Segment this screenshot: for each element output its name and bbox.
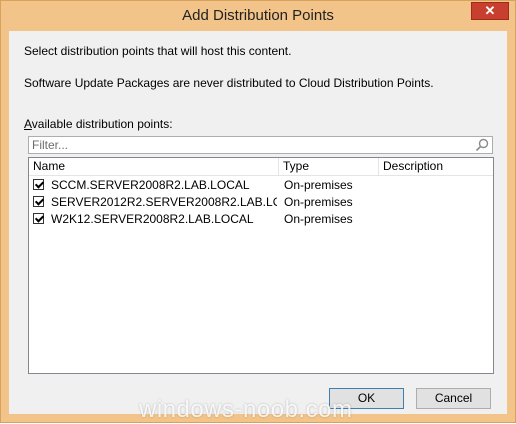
table-row[interactable]: SCCM.SERVER2008R2.LAB.LOCAL On-premises [29, 177, 493, 194]
window-title: Add Distribution Points [182, 7, 334, 24]
close-button[interactable]: ✕ [471, 2, 509, 20]
row-type: On-premises [284, 212, 353, 226]
watermark-text: windows-noob.com [139, 396, 353, 423]
filter-box[interactable] [28, 136, 493, 154]
available-dp-label: Available distribution points: [24, 117, 173, 131]
instruction-text: Select distribution points that will hos… [24, 44, 292, 58]
filter-input[interactable] [32, 138, 462, 152]
table-row[interactable]: SERVER2012R2.SERVER2008R2.LAB.LOC... On-… [29, 194, 493, 211]
row-type: On-premises [284, 178, 353, 192]
row-name: SERVER2012R2.SERVER2008R2.LAB.LOC... [51, 195, 277, 209]
dialog-client-area: Select distribution points that will hos… [9, 31, 507, 414]
column-header-description[interactable]: Description [379, 158, 493, 175]
table-row[interactable]: W2K12.SERVER2008R2.LAB.LOCAL On-premises [29, 211, 493, 228]
header-divider [29, 175, 493, 176]
column-header-name[interactable]: Name [29, 158, 279, 175]
row-name: SCCM.SERVER2008R2.LAB.LOCAL [51, 178, 250, 192]
row-checkbox[interactable] [33, 179, 44, 190]
row-name: W2K12.SERVER2008R2.LAB.LOCAL [51, 212, 254, 226]
title-bar[interactable]: Add Distribution Points ✕ [1, 1, 515, 31]
row-type: On-premises [284, 195, 353, 209]
search-icon[interactable] [475, 138, 489, 152]
close-icon: ✕ [484, 3, 496, 18]
available-dp-label-text: vailable distribution points: [31, 117, 173, 131]
cloud-note-text: Software Update Packages are never distr… [24, 76, 434, 90]
row-checkbox[interactable] [33, 196, 44, 207]
cancel-button[interactable]: Cancel [416, 388, 491, 409]
distribution-points-list[interactable]: Name Type Description SCCM.SERVER2008R2.… [28, 157, 494, 374]
access-key: A [24, 117, 32, 131]
dialog-window: Add Distribution Points ✕ Select distrib… [0, 0, 516, 423]
row-checkbox[interactable] [33, 213, 44, 224]
column-header-type[interactable]: Type [279, 158, 379, 175]
